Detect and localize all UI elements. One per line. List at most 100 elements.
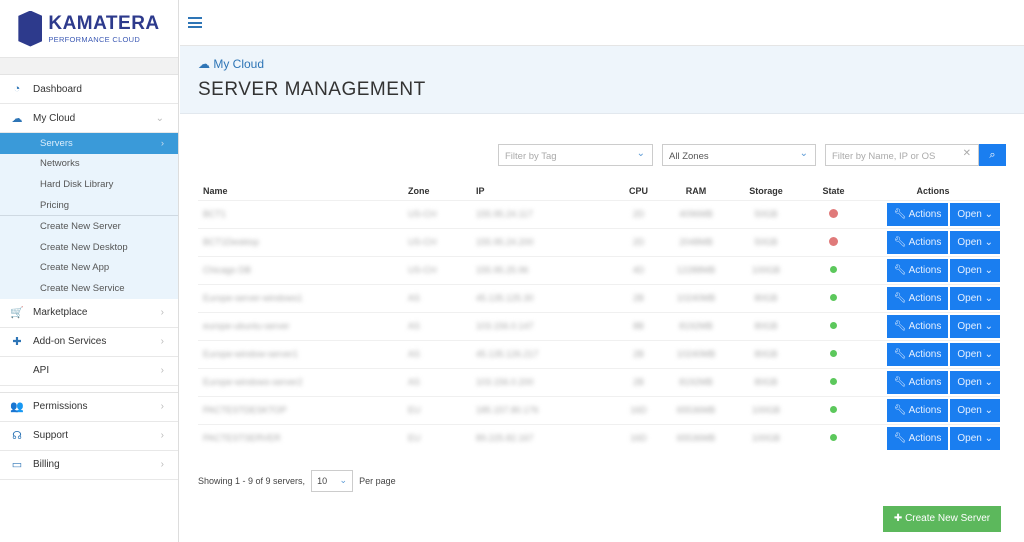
page-title: SERVER MANAGEMENT <box>198 79 426 100</box>
server-storage: 100GB <box>751 433 781 444</box>
actions-button[interactable]: 🔧︎ Actions <box>886 202 949 226</box>
server-name[interactable]: Europe-window-server1 <box>203 349 298 359</box>
table-row[interactable]: PACTESTDESKTOP EU 185.157.80.176 16D 655… <box>198 395 1000 424</box>
sidebar: KAMATERA PERFORMANCE CLOUD ◔ Dashboard ☁ My … <box>0 0 179 542</box>
sidebar-item-add-on-services[interactable]: ✚ Add-on Services › <box>0 328 178 357</box>
server-name[interactable]: europe-ubuntu-server <box>203 321 290 331</box>
search-input[interactable]: Filter by Name, IP or OS ✕ <box>825 144 979 166</box>
table-row[interactable]: Europe-windows-server2 AS 103.156.0.200 … <box>198 367 1000 396</box>
server-name[interactable]: PACTESTSERVER <box>203 433 281 443</box>
server-name[interactable]: BCT1 <box>203 209 226 219</box>
chevron-down-icon: ⌄ <box>984 348 993 360</box>
wrench-icon: 🔧︎ <box>893 320 907 332</box>
actions-button[interactable]: 🔧︎ Actions <box>886 342 949 366</box>
sidebar-item-permissions[interactable]: 👥 Permissions › <box>0 393 178 422</box>
server-ram: 65536MB <box>676 433 716 444</box>
menu-toggle-icon[interactable] <box>188 17 202 31</box>
server-name[interactable]: Europe-windows-server2 <box>203 377 303 387</box>
open-button[interactable]: Open ⌄ <box>950 202 1000 226</box>
chevron-down-icon: ⌄ <box>984 292 993 304</box>
logo[interactable]: KAMATERA PERFORMANCE CLOUD <box>0 0 178 58</box>
open-button[interactable]: Open ⌄ <box>950 398 1000 422</box>
server-cpu: 2B <box>632 293 644 303</box>
chevron-down-icon: ⌄ <box>799 148 808 159</box>
table-row[interactable]: BCT1 US-CH 155.95.24.117 2D 4096MB 50GB … <box>198 199 1000 228</box>
server-name[interactable]: PACTESTDESKTOP <box>203 405 287 415</box>
sidebar-item-billing[interactable]: ▭ Billing › <box>0 451 178 480</box>
chevron-right-icon: › <box>160 459 164 471</box>
tag-filter[interactable]: Filter by Tag ⌄ <box>498 144 653 166</box>
per-page-select[interactable]: 10 ⌄ <box>311 470 354 492</box>
users-icon: 👥 <box>10 401 24 414</box>
actions-button[interactable]: 🔧︎ Actions <box>886 230 949 254</box>
actions-button[interactable]: 🔧︎ Actions <box>886 370 949 394</box>
server-storage: 50GB <box>754 209 778 219</box>
card-icon: ▭ <box>11 459 23 472</box>
sidebar-sub-create-new-app[interactable]: Create New App <box>0 257 178 279</box>
open-button[interactable]: Open ⌄ <box>950 314 1000 338</box>
server-zone: US-CH <box>408 209 437 219</box>
server-storage: 80GB <box>754 293 778 303</box>
sidebar-sub-hard-disk-library[interactable]: Hard Disk Library <box>0 174 178 195</box>
sidebar-sub-networks[interactable]: Networks <box>0 153 178 175</box>
open-button[interactable]: Open ⌄ <box>950 426 1000 450</box>
logo-icon <box>18 10 43 47</box>
sidebar-sub-create-new-server[interactable]: Create New Server <box>0 216 178 237</box>
server-zone: AS <box>408 377 421 387</box>
server-ip: 155.95.25.96 <box>476 265 529 275</box>
open-button[interactable]: Open ⌄ <box>950 286 1000 310</box>
open-button[interactable]: Open ⌄ <box>950 342 1000 366</box>
sidebar-sub-create-new-desktop[interactable]: Create New Desktop <box>0 236 178 258</box>
server-ram: 12288MB <box>676 265 716 275</box>
server-ip: 45.135.125.30 <box>476 293 534 303</box>
sidebar-item-dashboard[interactable]: ◔ Dashboard <box>0 75 178 104</box>
wrench-icon: 🔧︎ <box>893 292 907 304</box>
cart-icon: 🛒 <box>10 307 24 320</box>
actions-button[interactable]: 🔧︎ Actions <box>886 258 949 282</box>
column-header: IP <box>476 185 485 196</box>
zone-select[interactable]: All Zones ⌄ <box>662 144 816 166</box>
clear-icon[interactable]: ✕ <box>963 148 971 159</box>
open-button[interactable]: Open ⌄ <box>950 370 1000 394</box>
chevron-right-icon: › <box>160 401 164 413</box>
open-button[interactable]: Open ⌄ <box>950 258 1000 282</box>
server-ram: 8192MB <box>679 321 713 331</box>
table-row[interactable]: BCT1Desktop US-CH 155.95.24.200 2D 2048M… <box>198 227 1000 256</box>
actions-button[interactable]: 🔧︎ Actions <box>886 398 949 422</box>
table-row[interactable]: Europe-window-server1 AS 45.135.126.217 … <box>198 339 1000 368</box>
actions-button[interactable]: 🔧︎ Actions <box>886 286 949 310</box>
sidebar-item-support[interactable]: ☊ Support › <box>0 422 178 451</box>
state-running-icon <box>830 434 837 442</box>
actions-button[interactable]: 🔧︎ Actions <box>886 426 949 450</box>
server-zone: AS <box>408 349 421 359</box>
table-row[interactable]: europe-ubuntu-server AS 103.156.0.147 8B… <box>198 311 1000 340</box>
state-running-icon <box>830 322 837 329</box>
server-name[interactable]: Europe-server-windows1 <box>203 293 303 303</box>
search-button[interactable]: ⌕ <box>979 144 1006 166</box>
server-ram: 8192MB <box>679 377 713 387</box>
server-ram: 2048MB <box>679 237 713 247</box>
table-row[interactable]: Chicago DB US-CH 155.95.25.96 4D 12288MB… <box>198 255 1000 284</box>
per-page-label: Per page <box>359 476 396 486</box>
server-ip: 155.95.24.117 <box>476 209 533 219</box>
actions-button[interactable]: 🔧︎ Actions <box>886 314 949 338</box>
server-ram: 4096MB <box>679 209 713 219</box>
sidebar-item-api[interactable]: API › <box>0 357 178 386</box>
sidebar-sub-pricing[interactable]: Pricing <box>0 194 178 216</box>
create-new-server-button[interactable]: ✚ Create New Server <box>883 506 1001 532</box>
open-button[interactable]: Open ⌄ <box>950 230 1000 254</box>
sidebar-item-my-cloud[interactable]: ☁ My Cloud ⌄ <box>0 104 178 133</box>
sidebar-item-marketplace[interactable]: 🛒 Marketplace › <box>0 299 178 328</box>
cloud-icon: ☁ <box>11 112 23 125</box>
table-row[interactable]: PACTESTSERVER EU 89.225.82.167 16D 65536… <box>198 423 1000 452</box>
table-row[interactable]: Europe-server-windows1 AS 45.135.125.30 … <box>198 283 1000 312</box>
server-name[interactable]: BCT1Desktop <box>203 237 259 247</box>
server-ip: 155.95.24.200 <box>476 237 534 247</box>
server-name[interactable]: Chicago DB <box>203 265 251 275</box>
servers-table: Name Zone IP CPU RAM Storage State Actions BCT1… <box>198 182 1000 452</box>
column-header: Actions <box>916 185 950 196</box>
search-icon: ⌕ <box>989 149 996 161</box>
sidebar-sub-create-new-service[interactable]: Create New Service <box>0 278 178 299</box>
sidebar-sub-servers[interactable]: Servers › <box>0 133 178 154</box>
breadcrumb[interactable]: ☁ My Cloud <box>198 57 264 71</box>
